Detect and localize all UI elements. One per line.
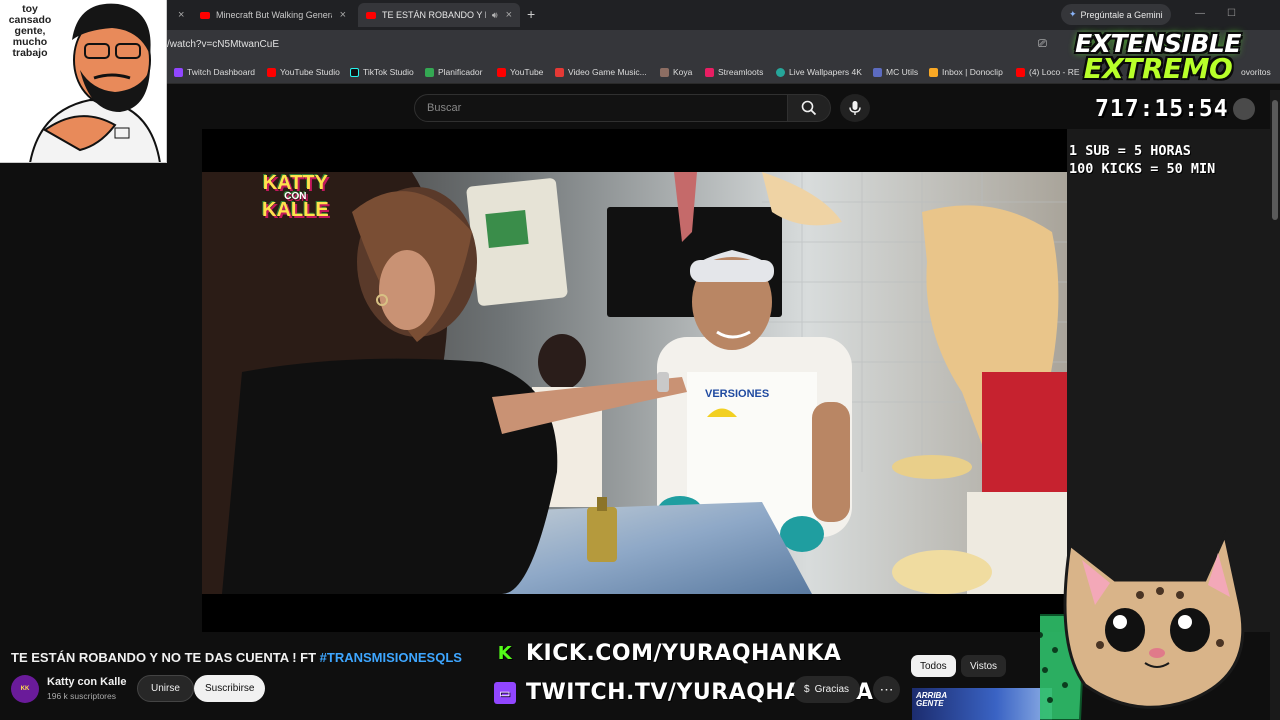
maximize-icon[interactable]: ☐ xyxy=(1227,8,1236,19)
video-frame[interactable]: VERSIONES KATTY CON KALLE xyxy=(202,172,1067,594)
bookmark-mc-utils[interactable]: MC Utils xyxy=(873,67,918,77)
tab-label: Minecraft But Walking Generat xyxy=(216,10,332,20)
bookmark-label: YouTube xyxy=(510,67,544,77)
channel-avatar[interactable]: KK xyxy=(11,675,39,703)
bookmark-streamloots[interactable]: Streamloots xyxy=(705,67,763,77)
subathon-timer: 717:15:54 xyxy=(1095,96,1229,122)
music-icon xyxy=(555,67,564,77)
thumbnail-text: ARRIBA GENTE xyxy=(916,691,948,708)
webcam-caption: toy cansado gente, mucho trabajo xyxy=(8,3,52,60)
bookmark-label: Koya xyxy=(673,67,693,77)
bookmark-label: Live Wallpapers 4K xyxy=(789,67,862,77)
planner-icon xyxy=(425,67,434,77)
koya-icon xyxy=(660,67,669,77)
subscriber-count: 196 k suscriptores xyxy=(47,691,116,701)
tab-current-video[interactable]: TE ESTÁN ROBANDO Y NO 🔊︎ × xyxy=(358,3,520,27)
rule-line: 100 KICKS = 50 MIN xyxy=(1069,161,1216,178)
bookmark-tiktok-studio[interactable]: TikTok Studio xyxy=(350,67,414,77)
bookmark-label: Video Game Music... xyxy=(568,67,647,77)
cat-mascot-overlay xyxy=(1040,530,1245,720)
browser-tab-bar: × Minecraft But Walking Generat × TE EST… xyxy=(0,0,1280,30)
stream-logo: EXTENSIBLE EXTREMO xyxy=(1058,31,1258,85)
bookmark-planificador[interactable]: Planificador xyxy=(425,67,482,77)
webcam-overlay: toy cansado gente, mucho trabajo xyxy=(0,0,167,163)
bookmark-twitch-dashboard[interactable]: Twitch Dashboard xyxy=(174,67,255,77)
youtube-icon xyxy=(200,11,210,19)
screen: × Minecraft But Walking Generat × TE EST… xyxy=(0,0,1280,720)
minimize-icon[interactable]: — xyxy=(1195,8,1205,19)
streamloots-icon xyxy=(705,67,714,77)
search-button[interactable] xyxy=(787,94,831,122)
search-icon xyxy=(801,100,817,116)
bookmark-label: MC Utils xyxy=(886,67,919,77)
more-actions-button[interactable]: ⋯ xyxy=(873,676,900,703)
ask-gemini-button[interactable]: ✦ Pregúntale a Gemini xyxy=(1061,4,1171,25)
bookmark-label: Twitch Dashboard xyxy=(187,67,256,77)
video-scene: VERSIONES xyxy=(202,172,1067,594)
super-thanks-icon: $︎ xyxy=(804,684,810,695)
join-button[interactable]: Unirse xyxy=(137,675,194,702)
close-icon[interactable]: × xyxy=(340,9,346,21)
rule-line: 1 SUB = 5 HORAS xyxy=(1069,143,1191,159)
subscribe-button[interactable]: Suscribirse xyxy=(194,675,266,702)
thanks-button[interactable]: $︎ Gracias xyxy=(793,676,861,703)
bookmark-donoclip[interactable]: Inbox | Donoclip xyxy=(929,67,1003,77)
microphone-icon xyxy=(849,101,861,115)
url-field[interactable]: /watch?v=cN5MtwanCuE xyxy=(167,39,279,50)
tab-label: TE ESTÁN ROBANDO Y NO xyxy=(382,10,486,20)
chip-watched[interactable]: Vistos xyxy=(961,655,1007,677)
search-input[interactable]: Buscar xyxy=(414,94,788,122)
chip-all[interactable]: Todos xyxy=(911,655,956,677)
related-video-thumbnail[interactable]: ARRIBA GENTE xyxy=(912,688,1052,720)
video-title: TE ESTÁN ROBANDO Y NO TE DAS CUENTA ! FT… xyxy=(11,650,462,665)
youtube-icon xyxy=(1016,67,1025,77)
logo-line: EXTREMO xyxy=(1083,51,1233,85)
voice-search-button[interactable] xyxy=(840,94,870,122)
cast-icon[interactable]: ⎚ xyxy=(1038,38,1047,51)
bookmark-label: Inbox | Donoclip xyxy=(942,67,1003,77)
more-icon: ⋯ xyxy=(879,681,894,697)
bookmark-koya[interactable]: Koya xyxy=(660,67,692,77)
window-controls: — ☐ xyxy=(1195,8,1236,19)
wallpaper-icon xyxy=(776,67,785,77)
youtube-icon xyxy=(267,67,276,77)
bookmark-label: YouTube Studio xyxy=(280,67,340,77)
close-icon[interactable]: × xyxy=(506,9,512,21)
donoclip-icon xyxy=(929,67,938,77)
bookmark-label: Streamloots xyxy=(718,67,764,77)
bookmark-label: TikTok Studio xyxy=(363,67,414,77)
video-title-text: TE ESTÁN ROBANDO Y NO TE DAS CUENTA ! FT xyxy=(11,650,320,665)
tab-close-previous[interactable]: × xyxy=(170,3,192,27)
youtube-icon xyxy=(366,11,376,19)
twitch-icon xyxy=(174,67,183,77)
youtube-icon xyxy=(497,67,506,77)
close-icon[interactable]: × xyxy=(178,9,184,21)
channel-watermark: KATTY CON KALLE xyxy=(262,173,329,221)
speaker-icon[interactable]: 🔊︎ xyxy=(492,10,498,21)
thanks-label: Gracias xyxy=(814,684,850,695)
subathon-rules: 1 SUB = 5 HORAS 100 KICKS = 50 MIN xyxy=(1069,142,1215,178)
watermark-line: KALLE xyxy=(262,199,329,221)
scrollbar-thumb[interactable] xyxy=(1272,100,1278,220)
kick-icon: K xyxy=(497,643,513,664)
search-placeholder: Buscar xyxy=(427,102,462,114)
bookmark-video-game-music[interactable]: Video Game Music... xyxy=(555,67,647,77)
profile-avatar[interactable] xyxy=(1233,98,1255,120)
hashtag-link[interactable]: #TRANSMISIONESQLS xyxy=(320,650,462,665)
channel-name[interactable]: Katty con Kalle xyxy=(47,676,126,688)
bookmark-label: Planificador xyxy=(438,67,483,77)
new-tab-button[interactable]: + xyxy=(527,6,535,22)
bookmark-youtube[interactable]: YouTube xyxy=(497,67,543,77)
mc-utils-icon xyxy=(873,67,882,77)
bookmark-youtube-studio[interactable]: YouTube Studio xyxy=(267,67,340,77)
kick-url-text: KICK.COM/YURAQHANKA xyxy=(526,641,842,666)
twitch-icon: ▭ xyxy=(494,681,516,704)
gemini-icon: ✦ xyxy=(1069,9,1077,19)
tab-minecraft[interactable]: Minecraft But Walking Generat × xyxy=(192,3,354,27)
kick-promo: K KICK.COM/YURAQHANKA xyxy=(494,641,841,666)
bookmark-live-wallpapers[interactable]: Live Wallpapers 4K xyxy=(776,67,862,77)
apron-text: VERSIONES xyxy=(705,388,769,400)
gemini-label: Pregúntale a Gemini xyxy=(1080,9,1163,20)
tiktok-icon xyxy=(350,67,359,77)
